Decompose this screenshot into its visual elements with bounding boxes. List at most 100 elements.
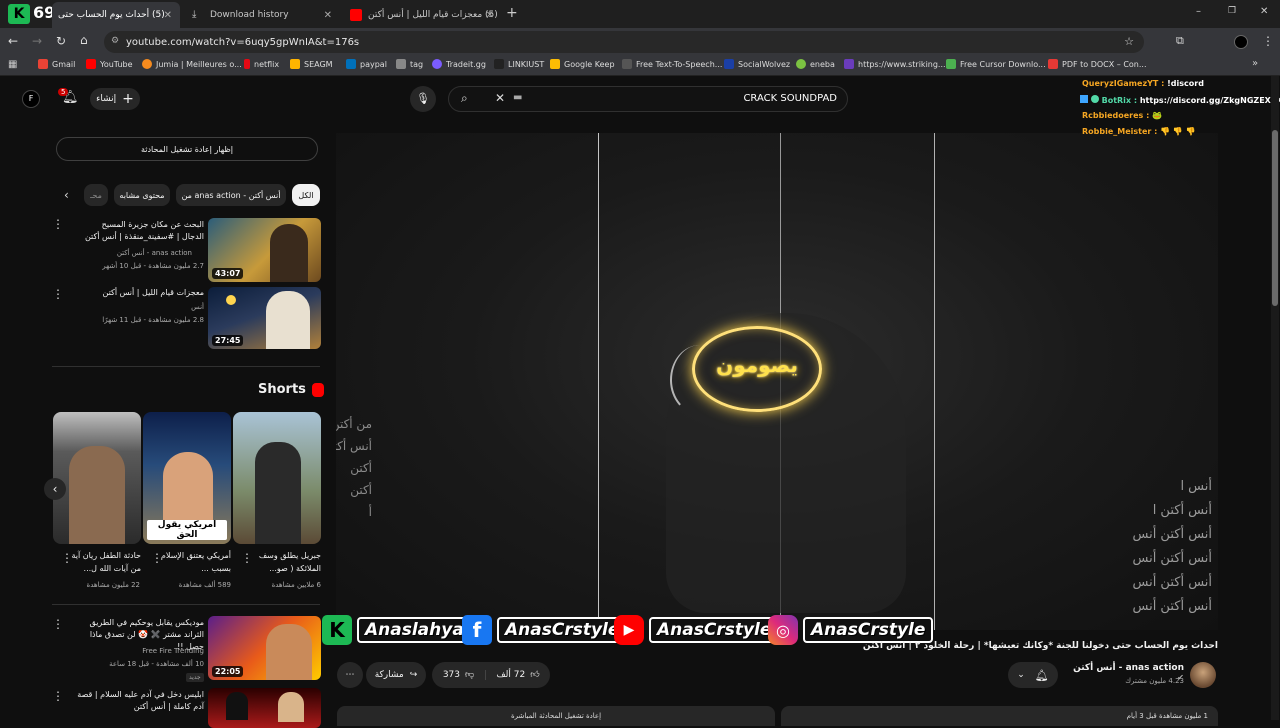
video-channel[interactable]: Free Fire Trending	[142, 647, 204, 655]
video-title[interactable]: ابليس دخل في آدم عليه السلام | قصة آدم ك…	[76, 689, 204, 713]
chip-all[interactable]: الكل	[292, 184, 320, 206]
back-icon[interactable]: ←	[8, 34, 18, 48]
forward-icon[interactable]: →	[32, 34, 42, 48]
more-actions-icon[interactable]: ⋮	[52, 288, 64, 300]
bookmark-tag[interactable]: tag	[396, 59, 423, 69]
paypal-icon	[346, 59, 356, 69]
tab-current-video[interactable]: (5) أحداث يوم الحساب حتى ✕	[52, 2, 180, 28]
menu-icon[interactable]: ⋮	[1262, 34, 1274, 48]
tab-download-history[interactable]: ⤓ Download history ✕	[184, 2, 340, 28]
clear-search-icon[interactable]: ✕	[495, 91, 505, 105]
chat-replay-panel[interactable]: إعادة تشغيل المحادثة المباشرة	[337, 706, 775, 726]
channel-avatar[interactable]	[1190, 662, 1216, 688]
close-tab-icon[interactable]: ✕	[486, 10, 494, 21]
new-tab-button[interactable]: +	[506, 5, 518, 21]
search-icon[interactable]: ⌕	[461, 91, 468, 106]
tab-youtube-video[interactable]: (5) معجزات قيام الليل | أنس أكتن ✕	[342, 2, 502, 28]
shorts-scroll-left-icon[interactable]: ‹	[44, 478, 66, 500]
faint-line: أنس ا	[1180, 479, 1212, 494]
video-thumbnail[interactable]: 43:07	[208, 218, 321, 282]
more-actions-icon[interactable]: ⋮	[241, 552, 253, 564]
voice-search-icon[interactable]: 🎙︎	[410, 86, 436, 112]
bookmark-jumia[interactable]: Jumia | Meilleures o...	[142, 59, 242, 69]
bookmark-cursor[interactable]: Free Cursor Downlo...	[946, 59, 1046, 69]
video-thumbnail[interactable]: 27:45	[208, 287, 321, 349]
short-thumbnail[interactable]	[233, 412, 321, 544]
short-thumbnail[interactable]: امريكي يقول الحق	[143, 412, 231, 544]
thumbnail-figure	[255, 442, 301, 544]
bookmark-socialwolvez[interactable]: SocialWolvez	[724, 59, 790, 69]
apps-icon[interactable]: ▦	[8, 59, 17, 70]
social-handle: AnasCrstyle	[803, 617, 934, 643]
bookmark-eneba[interactable]: eneba	[796, 59, 835, 69]
account-avatar[interactable]: F	[22, 90, 40, 108]
description-panel[interactable]: 1 مليون مشاهدة قبل 3 أيام	[781, 706, 1218, 726]
close-tab-icon[interactable]: ✕	[324, 10, 332, 21]
bookmark-seagm[interactable]: SEAGM	[290, 59, 333, 69]
search-box[interactable]: ⌕ ✕ ▬ CRACK SOUNDPAD	[448, 86, 848, 112]
short-overlay-text: امريكي يقول الحق	[147, 520, 227, 540]
chip-from-channel[interactable]: من anas action - أنس أكتن	[176, 184, 286, 206]
reload-icon[interactable]: ↻	[56, 34, 66, 48]
bookmark-label: YouTube	[100, 59, 133, 69]
more-actions-icon[interactable]: ⋮	[52, 690, 64, 702]
restore-button[interactable]: ❐	[1228, 6, 1236, 16]
bookmark-pdf-docx[interactable]: PDF to DOCX – Con...	[1048, 59, 1147, 69]
profile-avatar[interactable]	[1234, 35, 1248, 49]
scrollbar-thumb[interactable]	[1272, 130, 1278, 306]
bookmark-paypal[interactable]: paypal	[346, 59, 387, 69]
chip-related[interactable]: محتوى مشابه	[114, 184, 170, 206]
bookmark-tradeit[interactable]: Tradeit.gg	[432, 59, 486, 69]
bookmark-tts[interactable]: Free Text-To-Speech...	[622, 59, 722, 69]
more-actions-icon[interactable]: ⋮	[61, 552, 73, 564]
chips-scroll-left-icon[interactable]: ‹	[64, 188, 69, 202]
bookmark-label: Jumia | Meilleures o...	[156, 59, 242, 69]
short-views: 589 ألف مشاهدة	[178, 581, 231, 589]
video-thumbnail[interactable]	[208, 688, 321, 728]
create-button[interactable]: إنشاء +	[90, 88, 140, 110]
video-title[interactable]: البحث عن مكان جزيرة المسيح الدجال | #سفي…	[78, 219, 204, 243]
chip-more[interactable]: محـ	[84, 184, 108, 206]
video-player[interactable]: من أكتن أنس أكتن أكتن أكتن أ أنس ا أنس أ…	[336, 133, 1218, 630]
k-logo-icon: K	[8, 4, 30, 24]
video-thumbnail[interactable]: 22:05	[208, 616, 321, 680]
short-title[interactable]: أمريكي يعتنق الإسلام بسبب ...	[151, 549, 231, 575]
keyboard-icon[interactable]: ▬	[513, 92, 522, 103]
extensions-icon[interactable]: ⧉	[1176, 34, 1184, 48]
more-actions-icon[interactable]: ⋮	[52, 218, 64, 230]
bookmark-gmail[interactable]: Gmail	[38, 59, 75, 69]
bookmark-label: PDF to DOCX – Con...	[1062, 59, 1147, 69]
bookmark-youtube[interactable]: YouTube	[86, 59, 133, 69]
close-window-button[interactable]: ✕	[1260, 6, 1268, 17]
video-channel[interactable]: anas action - أنس أكتن	[117, 249, 192, 257]
site-info-icon[interactable]: ⚙	[111, 36, 119, 46]
short-thumbnail[interactable]	[53, 412, 141, 544]
minimize-button[interactable]: –	[1196, 6, 1201, 17]
like-dislike-group: 373 👎︎ 72 ألف 👍︎	[432, 662, 550, 688]
share-button[interactable]: مشاركة ↪	[366, 662, 426, 688]
thumbs-up-icon: 👍︎	[530, 670, 540, 680]
home-icon[interactable]: ⌂	[80, 33, 88, 47]
short-title[interactable]: حادثة الطفل ريان آية من آيات الله ل...	[61, 549, 141, 575]
bookmark-linkiust[interactable]: LINKIUST	[494, 59, 544, 69]
bookmark-google-keep[interactable]: Google Keep	[550, 59, 615, 69]
subscribed-bell-button[interactable]: ⌄ 🔔︎	[1008, 662, 1058, 688]
thumbnail-figure	[266, 291, 310, 349]
dislike-button[interactable]: 373 👎︎	[432, 670, 486, 680]
show-chat-replay-button[interactable]: إظهار إعادة تشغيل المحادثة	[56, 137, 318, 161]
address-bar[interactable]: ⚙ youtube.com/watch?v=6uqy5gpWnIA&t=176s…	[104, 31, 1144, 53]
scrollbar-track[interactable]	[1271, 76, 1279, 720]
video-channel[interactable]: أنس	[191, 303, 204, 311]
more-actions-button[interactable]: ⋯	[337, 662, 363, 688]
short-title[interactable]: جبريل يطلق وسف الملائكة ( صو...	[241, 549, 321, 575]
more-actions-icon[interactable]: ⋮	[52, 618, 64, 630]
close-tab-icon[interactable]: ✕	[164, 10, 172, 21]
video-title[interactable]: معجزات قيام الليل | أنس أكتن	[78, 287, 204, 299]
more-actions-icon[interactable]: ⋮	[151, 552, 163, 564]
gmail-icon	[38, 59, 48, 69]
bookmark-striking[interactable]: https://www.striking...	[844, 59, 946, 69]
bookmark-star-icon[interactable]: ☆	[1124, 35, 1134, 48]
bookmark-netflix[interactable]: netflix	[244, 59, 279, 69]
like-button[interactable]: 72 ألف 👍︎	[486, 670, 550, 680]
more-bookmarks-icon[interactable]: »	[1252, 58, 1258, 69]
